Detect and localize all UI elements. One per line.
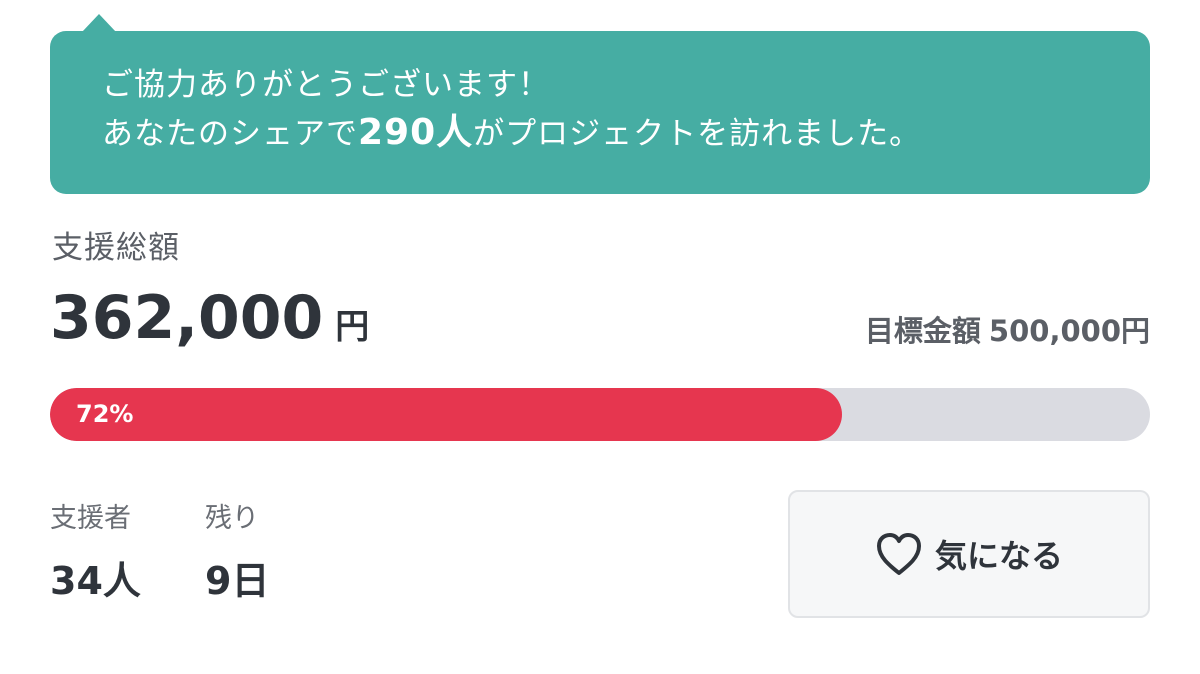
remaining-days-stat: 残り 9日 [205, 500, 269, 604]
goal-amount: 目標金額 500,000円 [865, 311, 1150, 351]
banner-visit-prefix: あなたのシェアで [102, 116, 358, 152]
total-amount-value: 362,000 [50, 283, 324, 353]
total-amount: 362,000 円 [50, 286, 369, 350]
favorite-button-label: 気になる [934, 537, 1063, 575]
goal-amount-value: 500,000円 [988, 314, 1150, 348]
banner-pointer [82, 14, 116, 32]
supporters-stat: 支援者 34人 [50, 500, 141, 604]
favorite-button[interactable]: 気になる [788, 490, 1150, 618]
banner-visit-text: あなたのシェアで290人がプロジェクトを訪れました。 [102, 113, 1150, 154]
banner-thanks-text: ご協力ありがとうございます！ [102, 67, 550, 103]
heart-icon [876, 533, 921, 575]
total-amount-label: 支援総額 [52, 230, 180, 266]
remaining-days-label: 残り [205, 503, 259, 534]
remaining-days-value: 9日 [205, 559, 270, 603]
supporters-label: 支援者 [50, 503, 131, 534]
banner-visit-count: 290人 [358, 112, 474, 153]
total-amount-unit: 円 [335, 307, 370, 347]
goal-amount-label: 目標金額 [864, 314, 981, 348]
project-funding-panel: ご協力ありがとうございます！ あなたのシェアで290人がプロジェクトを訪れました… [0, 0, 1200, 674]
funding-progress-text: 72% [76, 400, 134, 428]
banner-visit-suffix: がプロジェクトを訪れました。 [473, 116, 922, 152]
funding-progress-bar: 72% [50, 388, 1150, 441]
funding-progress-fill: 72% [50, 388, 842, 441]
supporters-value: 34人 [50, 559, 141, 603]
share-thanks-banner: ご協力ありがとうございます！ あなたのシェアで290人がプロジェクトを訪れました… [50, 31, 1150, 194]
